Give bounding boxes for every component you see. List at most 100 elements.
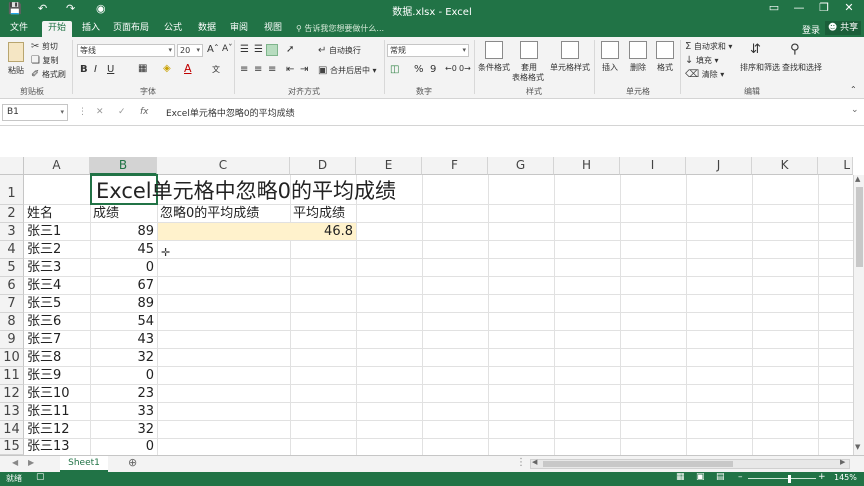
cancel-icon[interactable]: ✕ (96, 107, 104, 117)
table-format-label-2[interactable]: 表格格式 (512, 72, 544, 83)
align-left-icon[interactable]: ≡ (240, 64, 248, 75)
name-cell[interactable]: 张三4 (24, 277, 64, 294)
find-select-label[interactable]: 查找和选择 (782, 62, 822, 73)
align-right-icon[interactable]: ≡ (268, 64, 276, 75)
conditional-format-label[interactable]: 条件格式 (478, 62, 510, 73)
row-header[interactable]: 13 (0, 403, 24, 421)
scroll-thumb[interactable] (856, 187, 863, 267)
column-header[interactable]: E (356, 157, 422, 175)
header-avg-ignore-zero-cell[interactable]: 忽略0的平均成绩 (157, 205, 262, 222)
select-all-corner[interactable] (0, 157, 24, 175)
increase-decimal-icon[interactable]: ←0 (445, 64, 457, 73)
scroll-down-icon[interactable]: ▼ (855, 443, 860, 451)
align-center-icon[interactable]: ≡ (254, 64, 262, 75)
column-header[interactable]: C (157, 157, 290, 175)
tab-file[interactable]: 文件 (6, 21, 32, 37)
underline-button[interactable]: U (107, 64, 114, 75)
merge-center-button[interactable]: ▣ 合并后居中 ▾ (318, 65, 377, 76)
row-header[interactable]: 3 (0, 223, 24, 241)
score-cell[interactable]: 0 (90, 259, 157, 276)
name-cell[interactable]: 张三5 (24, 295, 64, 312)
zoom-out-icon[interactable]: – (738, 472, 743, 482)
name-cell[interactable]: 张三9 (24, 367, 64, 384)
name-cell[interactable]: 张三3 (24, 259, 64, 276)
name-cell[interactable]: 张三11 (24, 403, 73, 420)
collapse-ribbon-icon[interactable]: ⌃ (850, 85, 857, 94)
font-name-select[interactable]: 等线 ▾ (77, 44, 175, 57)
delete-cells-icon[interactable] (629, 41, 647, 59)
column-header[interactable]: I (620, 157, 686, 175)
score-cell[interactable]: 67 (90, 277, 157, 294)
name-cell[interactable]: 张三13 (24, 439, 73, 454)
score-cell[interactable]: 89 (90, 295, 157, 312)
align-bottom-icon[interactable] (266, 44, 278, 56)
ribbon-options-icon[interactable]: ▭ (763, 1, 785, 14)
macro-record-icon[interactable]: ▢ (36, 472, 45, 482)
score-cell[interactable]: 0 (90, 439, 157, 454)
zoom-slider[interactable] (748, 478, 816, 479)
name-cell[interactable]: 张三1 (24, 223, 64, 240)
score-cell[interactable]: 32 (90, 421, 157, 438)
header-avg-cell[interactable]: 平均成绩 (290, 205, 348, 222)
tab-formulas[interactable]: 公式 (160, 21, 186, 37)
score-cell[interactable]: 0 (90, 367, 157, 384)
login-link[interactable]: 登录 (802, 23, 820, 36)
clear-button[interactable]: ⌫ 清除 ▾ (685, 69, 724, 80)
orientation-icon[interactable]: ➚ (286, 44, 294, 55)
copy-button[interactable]: ❏ 复制 (31, 55, 59, 66)
horizontal-scroll-thumb[interactable] (543, 461, 733, 467)
score-cell[interactable]: 89 (90, 223, 157, 240)
decrease-indent-icon[interactable]: ⇤ (286, 64, 294, 75)
delete-cells-label[interactable]: 删除 (630, 62, 646, 73)
row-header[interactable]: 4 (0, 241, 24, 259)
column-header[interactable]: G (488, 157, 554, 175)
column-header[interactable]: L (818, 157, 853, 175)
row-header[interactable]: 15 (0, 439, 24, 455)
insert-cells-label[interactable]: 插入 (602, 62, 618, 73)
score-cell[interactable]: 23 (90, 385, 157, 402)
number-format-select[interactable]: 常规 ▾ (387, 44, 469, 57)
cell-styles-icon[interactable] (561, 41, 579, 59)
paste-icon[interactable] (8, 42, 24, 62)
column-header[interactable]: D (290, 157, 356, 175)
row-header[interactable]: 1 (0, 175, 24, 205)
sort-filter-icon[interactable]: ⇵ (750, 42, 761, 57)
row-header[interactable]: 11 (0, 367, 24, 385)
comma-button[interactable]: 9 (430, 64, 436, 75)
page-break-view-icon[interactable]: ▤ (716, 472, 725, 482)
format-cells-icon[interactable] (656, 41, 674, 59)
avg-value-cell[interactable]: 46.8 (290, 223, 356, 240)
format-cells-label[interactable]: 格式 (657, 62, 673, 73)
column-header[interactable]: J (686, 157, 752, 175)
prev-sheet-icon[interactable]: ◀ (12, 458, 18, 467)
grow-font-icon[interactable]: Aˆ (207, 44, 219, 55)
cell-styles-label[interactable]: 单元格样式 (550, 62, 590, 73)
conditional-format-icon[interactable] (485, 41, 503, 59)
border-icon[interactable]: ▦ (138, 63, 147, 74)
vertical-scrollbar[interactable]: ▲ ▼ (853, 175, 864, 455)
fill-button[interactable]: ↓ 填充 ▾ (685, 55, 719, 66)
next-sheet-icon[interactable]: ▶ (28, 458, 34, 467)
tab-view[interactable]: 视图 (260, 21, 286, 37)
table-format-icon[interactable] (520, 41, 538, 59)
name-cell[interactable]: 张三10 (24, 385, 73, 402)
restore-icon[interactable]: ❐ (813, 1, 835, 14)
font-size-select[interactable]: 20 ▾ (177, 44, 203, 57)
currency-icon[interactable]: ◫ (390, 64, 399, 75)
row-header[interactable]: 6 (0, 277, 24, 295)
score-cell[interactable]: 45 (90, 241, 157, 258)
row-header[interactable]: 7 (0, 295, 24, 313)
sheet-splitter-icon[interactable]: ⋮ (516, 457, 526, 468)
insert-function-icon[interactable]: fx (140, 107, 149, 117)
normal-view-icon[interactable]: ▦ (676, 472, 685, 482)
italic-button[interactable]: I (94, 64, 97, 75)
find-select-icon[interactable]: ⚲ (790, 42, 800, 57)
horizontal-scrollbar[interactable]: ◀ ▶ (530, 458, 850, 469)
format-painter-button[interactable]: ✐ 格式刷 (31, 69, 66, 80)
tab-page-layout[interactable]: 页面布局 (112, 21, 150, 37)
column-header[interactable]: F (422, 157, 488, 175)
score-cell[interactable]: 43 (90, 331, 157, 348)
row-header[interactable]: 2 (0, 205, 24, 223)
enter-icon[interactable]: ✓ (118, 107, 126, 117)
row-header[interactable]: 9 (0, 331, 24, 349)
